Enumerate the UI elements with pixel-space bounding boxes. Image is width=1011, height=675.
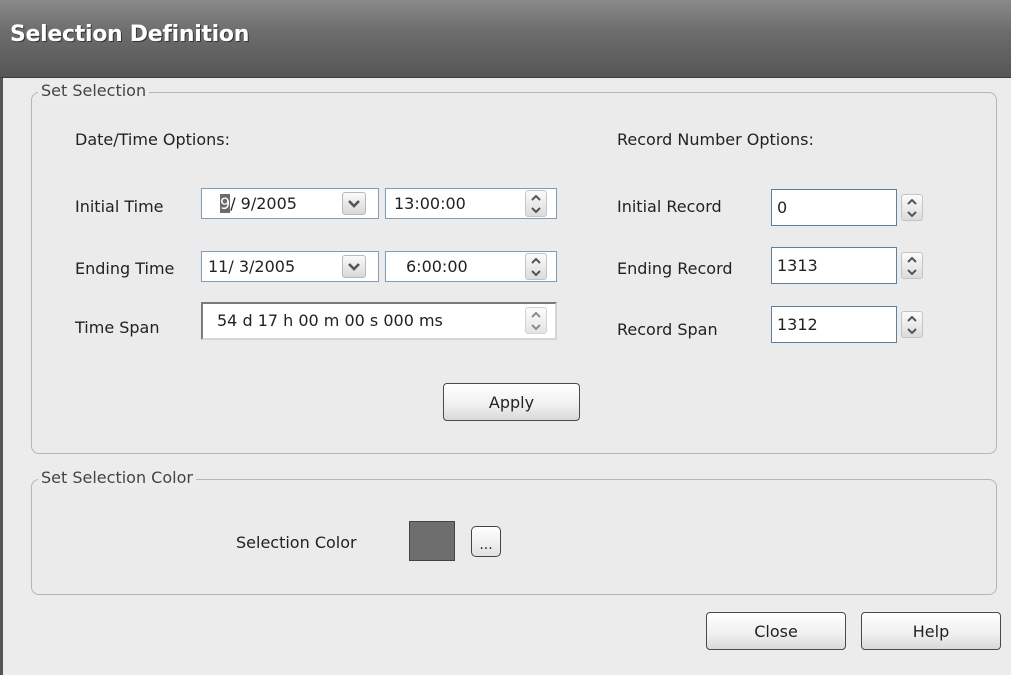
spin-down-icon[interactable] — [526, 267, 546, 279]
ending-record-label: Ending Record — [617, 259, 733, 278]
time-span-label: Time Span — [75, 318, 160, 337]
ending-time-label: Ending Time — [75, 259, 175, 278]
set-selection-legend: Set Selection — [38, 81, 150, 100]
record-span-label: Record Span — [617, 320, 718, 339]
spin-down-icon[interactable] — [902, 208, 922, 220]
ending-record-spin-buttons[interactable] — [901, 252, 923, 279]
initial-date-dropdown[interactable]: 9/ 9/2005 — [201, 188, 379, 219]
chevron-down-icon[interactable] — [342, 192, 366, 215]
time-span-field: 54 d 17 h 00 m 00 s 000 ms — [201, 302, 557, 340]
record-span-input[interactable]: 1312 — [771, 306, 897, 343]
spin-up-icon[interactable] — [526, 192, 546, 204]
time-span-spin-buttons — [525, 307, 547, 334]
help-button[interactable]: Help — [861, 612, 1001, 650]
spin-up-icon[interactable] — [902, 196, 922, 208]
selection-color-label: Selection Color — [236, 533, 357, 552]
initial-record-spin-buttons[interactable] — [901, 194, 923, 221]
title-bar: Selection Definition — [0, 0, 1011, 78]
datetime-options-heading: Date/Time Options: — [75, 130, 230, 149]
window-border — [0, 78, 3, 675]
ending-date-dropdown[interactable]: 11/ 3/2005 — [201, 251, 379, 282]
initial-time-value: 13:00:00 — [394, 194, 466, 213]
selection-color-swatch[interactable] — [409, 521, 455, 561]
ending-time-value: 6:00:00 — [406, 257, 468, 276]
spin-up-icon — [526, 309, 546, 321]
spin-up-icon[interactable] — [902, 254, 922, 266]
initial-date-selected-part: 9 — [220, 194, 231, 213]
initial-date-value: / 9/2005 — [230, 194, 297, 213]
record-options-heading: Record Number Options: — [617, 130, 814, 149]
initial-record-value: 0 — [777, 198, 788, 217]
set-selection-color-group: Set Selection Color — [31, 468, 997, 595]
initial-time-spin-buttons[interactable] — [525, 190, 547, 217]
ending-time-spinner[interactable]: 6:00:00 — [385, 251, 557, 282]
spin-down-icon[interactable] — [902, 325, 922, 337]
set-selection-color-legend: Set Selection Color — [38, 468, 196, 487]
ending-record-value: 1313 — [777, 256, 818, 275]
spin-down-icon — [526, 321, 546, 333]
apply-button[interactable]: Apply — [443, 383, 580, 421]
time-span-value: 54 d 17 h 00 m 00 s 000 ms — [217, 311, 443, 330]
ending-record-input[interactable]: 1313 — [771, 247, 897, 284]
spin-down-icon[interactable] — [902, 266, 922, 278]
spin-up-icon[interactable] — [902, 313, 922, 325]
initial-time-label: Initial Time — [75, 197, 164, 216]
ending-time-spin-buttons[interactable] — [525, 253, 547, 280]
record-span-spin-buttons[interactable] — [901, 311, 923, 338]
ending-date-value: 11/ 3/2005 — [208, 257, 296, 276]
initial-record-label: Initial Record — [617, 197, 722, 216]
initial-record-input[interactable]: 0 — [771, 189, 897, 226]
chevron-down-icon[interactable] — [342, 255, 366, 278]
initial-time-spinner[interactable]: 13:00:00 — [385, 188, 557, 219]
record-span-value: 1312 — [777, 315, 818, 334]
window-title: Selection Definition — [10, 22, 250, 47]
browse-color-button[interactable]: ... — [471, 526, 501, 557]
close-button[interactable]: Close — [706, 612, 846, 650]
spin-up-icon[interactable] — [526, 255, 546, 267]
spin-down-icon[interactable] — [526, 204, 546, 216]
